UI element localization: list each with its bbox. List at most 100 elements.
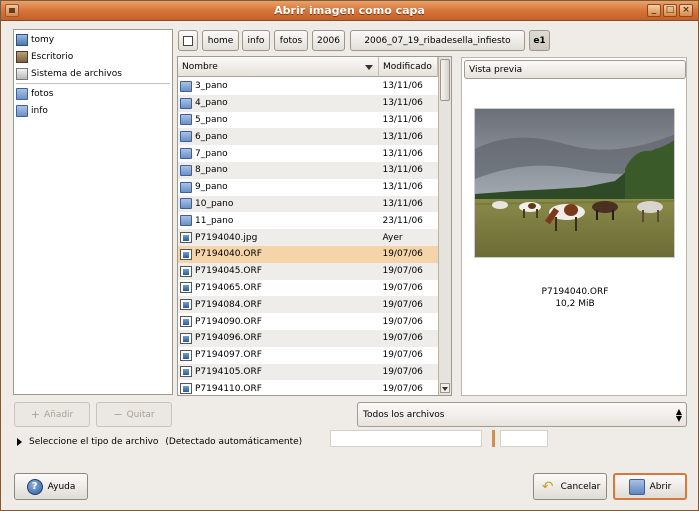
image-file-icon: [180, 248, 192, 260]
file-row[interactable]: P7194040.ORF 19/07/06: [178, 245, 438, 263]
add-bookmark-label: Añadir: [43, 409, 74, 420]
file-row[interactable]: P7194065.ORF 19/07/06: [178, 280, 438, 297]
combo-arrows-icon: ▲ ▼: [675, 407, 682, 423]
file-name: 3_pano: [195, 81, 228, 92]
file-list-scrollbar[interactable]: [438, 57, 451, 395]
file-type-expander[interactable]: Seleccione el tipo de archivo (Detectado…: [17, 437, 302, 447]
file-name: 11_pano: [195, 215, 234, 226]
image-file-icon: [180, 316, 192, 328]
file-name: P7194065.ORF: [195, 282, 262, 293]
path-segment-home[interactable]: home: [202, 30, 239, 51]
text-entry-icon: [183, 35, 193, 46]
file-name: P7194040.ORF: [195, 249, 262, 260]
file-row[interactable]: P7194045.ORF 19/07/06: [178, 262, 438, 280]
path-segment-ribadesella[interactable]: 2006_07_19_ribadesella_infiesto: [350, 30, 525, 51]
file-row[interactable]: 4_pano 13/11/06: [178, 94, 438, 112]
bookmark-info[interactable]: info: [16, 103, 170, 119]
file-name: 10_pano: [195, 198, 234, 209]
cancel-label: Cancelar: [560, 481, 601, 492]
path-segment-fotos[interactable]: fotos: [274, 30, 308, 51]
file-row[interactable]: 11_pano 23/11/06: [178, 212, 438, 229]
file-row[interactable]: P7194040.jpg Ayer: [178, 229, 438, 246]
file-name: 4_pano: [195, 98, 228, 109]
folder-icon: [180, 97, 192, 109]
place-label: Escritorio: [31, 52, 74, 62]
file-modified: 19/07/06: [382, 266, 423, 277]
maximize-button[interactable]: □: [663, 4, 677, 17]
file-row[interactable]: P7194110.ORF 19/07/06: [178, 380, 438, 395]
open-button[interactable]: Abrir: [613, 473, 687, 500]
file-modified: 19/07/06: [382, 333, 423, 344]
file-filter-select[interactable]: Todos los archivos ▲ ▼: [357, 402, 687, 427]
image-file-icon: [180, 383, 192, 395]
folder-icon: [180, 181, 192, 193]
file-row[interactable]: 3_pano 13/11/06: [178, 78, 438, 95]
file-filter-value: Todos los archivos: [363, 409, 445, 420]
close-button[interactable]: ×: [679, 4, 693, 17]
file-name: 6_pano: [195, 131, 228, 142]
file-name: P7194090.ORF: [195, 316, 262, 327]
cancel-button[interactable]: ↶ Cancelar: [533, 473, 607, 500]
file-row[interactable]: 7_pano 13/11/06: [178, 145, 438, 162]
bookmark-label: info: [31, 106, 48, 116]
preview-pane: Vista previa P7194040.ORF 10,2 MiB: [461, 57, 687, 396]
file-modified: 13/11/06: [382, 198, 423, 209]
path-segment-info[interactable]: info: [242, 30, 270, 51]
file-type-detected: (Detectado automáticamente): [165, 437, 303, 447]
pane-handle[interactable]: [492, 430, 495, 447]
help-button[interactable]: ? Ayuda: [14, 473, 88, 500]
file-row[interactable]: P7194096.ORF 19/07/06: [178, 329, 438, 347]
image-file-icon: [180, 366, 192, 378]
minimize-button[interactable]: _: [647, 4, 661, 17]
folder-icon: [180, 198, 192, 210]
image-file-icon: [180, 299, 192, 311]
open-folder-icon: [628, 478, 645, 495]
place-home[interactable]: tomy: [16, 32, 170, 48]
place-filesystem[interactable]: Sistema de archivos: [16, 66, 170, 82]
file-name: P7194045.ORF: [195, 266, 262, 277]
file-row[interactable]: P7194084.ORF 19/07/06: [178, 296, 438, 314]
file-row[interactable]: 8_pano 13/11/06: [178, 161, 438, 179]
file-row[interactable]: 6_pano 13/11/06: [178, 128, 438, 146]
folder-icon: [180, 80, 192, 92]
folder-icon: [180, 164, 192, 176]
file-type-label: Seleccione el tipo de archivo: [29, 437, 159, 447]
column-modified[interactable]: Modificado: [379, 57, 438, 77]
file-modified: 13/11/06: [382, 98, 423, 109]
place-desktop[interactable]: Escritorio: [16, 49, 170, 65]
column-name[interactable]: Nombre: [178, 57, 379, 77]
file-name: P7194084.ORF: [195, 299, 262, 310]
toggle-location-button[interactable]: [178, 30, 198, 51]
folder-icon: [180, 114, 192, 126]
file-modified: 23/11/06: [382, 215, 423, 226]
file-row[interactable]: 10_pano 13/11/06: [178, 195, 438, 213]
column-modified-label: Modificado: [383, 62, 432, 72]
sort-descending-icon: [365, 65, 373, 70]
extension-field[interactable]: [500, 430, 548, 447]
folder-icon: [180, 215, 192, 227]
expander-arrow-icon: [17, 438, 22, 446]
file-row[interactable]: 9_pano 13/11/06: [178, 179, 438, 196]
folder-icon: [180, 148, 192, 160]
scroll-down-arrow[interactable]: [440, 383, 450, 393]
filename-field[interactable]: [330, 430, 482, 447]
help-label: Ayuda: [47, 481, 76, 492]
file-modified: 13/11/06: [382, 114, 423, 125]
image-file-icon: [180, 332, 192, 344]
file-row[interactable]: P7194097.ORF 19/07/06: [178, 347, 438, 364]
file-row[interactable]: P7194090.ORF 19/07/06: [178, 313, 438, 330]
places-divider: [16, 83, 170, 84]
file-row[interactable]: 5_pano 13/11/06: [178, 112, 438, 129]
remove-bookmark-button[interactable]: − Quitar: [96, 402, 172, 427]
place-label: tomy: [31, 35, 55, 45]
help-icon: ?: [26, 478, 43, 495]
bookmark-fotos[interactable]: fotos: [16, 86, 170, 102]
add-bookmark-button[interactable]: + Añadir: [14, 402, 90, 427]
preview-header[interactable]: Vista previa: [464, 60, 686, 79]
path-segment-e1[interactable]: e1: [529, 30, 550, 51]
file-row[interactable]: P7194105.ORF 19/07/06: [178, 363, 438, 381]
path-segment-2006[interactable]: 2006: [312, 30, 345, 51]
scrollbar-thumb[interactable]: [440, 59, 450, 101]
image-file-icon: [180, 349, 192, 361]
file-modified: 19/07/06: [382, 383, 423, 394]
